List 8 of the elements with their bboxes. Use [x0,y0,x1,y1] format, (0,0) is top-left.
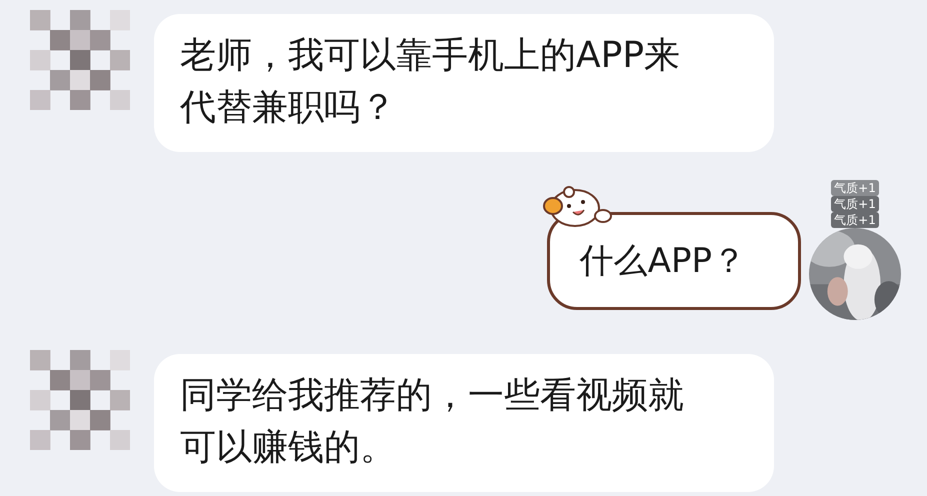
message-text: 代替兼职吗？ [180,86,396,130]
message-text: 老师，我可以靠手机上的APP来 [180,34,680,78]
avatar-badge-text: 气质+1 [831,196,879,212]
message-text: 什么APP？ [580,240,746,283]
message-text: 可以赚钱的。 [180,426,396,470]
avatar-badge-text: 气质+1 [831,180,879,196]
avatar-badge-text: 气质+1 [831,212,879,228]
message-text: 同学给我推荐的，一些看视频就 [180,374,684,418]
